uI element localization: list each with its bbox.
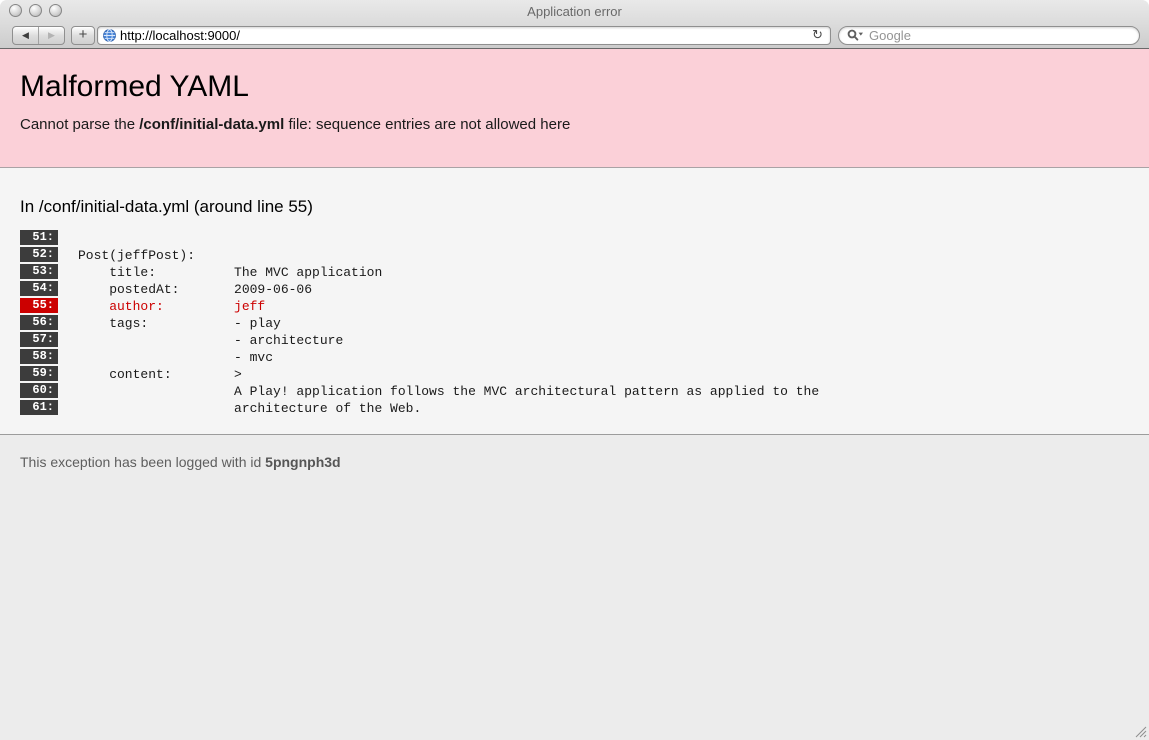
nav-button-group: ◀ ▶ [12,26,65,45]
line-number-badge: 56: [20,315,58,330]
code-line: 55: author: jeff [20,298,1129,315]
minimize-button[interactable] [29,4,42,17]
code-text: content: > [78,366,242,383]
code-line: 59: content: > [20,366,1129,383]
title-bar[interactable]: Application error [0,0,1149,22]
new-tab-button[interactable]: + [71,26,95,45]
error-banner: Malformed YAML Cannot parse the /conf/in… [0,49,1149,168]
search-icon[interactable] [847,29,864,42]
code-line: 56: tags: - play [20,315,1129,332]
back-icon: ◀ [22,30,29,40]
code-text: postedAt: 2009-06-06 [78,281,312,298]
code-line: 53: title: The MVC application [20,264,1129,281]
code-text: tags: - play [78,315,281,332]
reload-button[interactable]: ↻ [810,28,825,43]
url-input[interactable] [116,28,810,43]
line-number-badge: 61: [20,400,58,415]
error-message-prefix: Cannot parse the [20,116,139,133]
resize-grip[interactable] [1132,723,1147,738]
error-file-path: /conf/initial-data.yml [139,116,284,133]
globe-favicon-icon [103,29,116,42]
close-button[interactable] [9,4,22,17]
line-number-badge: 52: [20,247,58,262]
code-block: 51:52:Post(jeffPost):53: title: The MVC … [20,230,1129,417]
code-line: 60: A Play! application follows the MVC … [20,383,1129,400]
code-line: 58: - mvc [20,349,1129,366]
code-text: Post(jeffPost): [78,247,195,264]
exception-log-note: This exception has been logged with id 5… [0,435,1149,470]
log-note-prefix: This exception has been logged with id [20,454,265,470]
error-message: Cannot parse the /conf/initial-data.yml … [20,116,1129,133]
code-text: A Play! application follows the MVC arch… [78,383,819,400]
code-line: 54: postedAt: 2009-06-06 [20,281,1129,298]
search-input[interactable] [864,28,1131,43]
error-message-suffix: file: sequence entries are not allowed h… [284,116,570,133]
code-text: title: The MVC application [78,264,382,281]
line-number-badge: 53: [20,264,58,279]
forward-icon: ▶ [48,30,55,40]
code-line: 51: [20,230,1129,247]
code-text: architecture of the Web. [78,400,421,417]
error-title: Malformed YAML [0,49,1149,104]
footer-section: This exception has been logged with id 5… [0,435,1149,740]
log-id: 5pngnph3d [265,454,340,470]
code-line: 52: Post(jeffPost): [20,247,1129,264]
zoom-button[interactable] [49,4,62,17]
back-button[interactable]: ◀ [13,27,39,44]
forward-button[interactable]: ▶ [39,27,64,44]
code-text: - mvc [78,349,273,366]
window-title: Application error [0,0,1149,23]
line-number-badge: 51: [20,230,58,245]
search-field[interactable] [838,26,1140,45]
code-line: 57: - architecture [20,332,1129,349]
line-number-badge: 60: [20,383,58,398]
code-text: author: jeff [78,298,265,315]
line-number-badge: 58: [20,349,58,364]
address-bar[interactable]: ↻ [97,26,831,45]
line-number-badge: 54: [20,281,58,296]
source-heading: In /conf/initial-data.yml (around line 5… [0,168,1149,217]
source-section: In /conf/initial-data.yml (around line 5… [0,168,1149,435]
browser-chrome: Application error ◀ ▶ + ↻ [0,0,1149,49]
browser-window: Application error ◀ ▶ + ↻ [0,0,1149,740]
line-number-badge: 57: [20,332,58,347]
code-line: 61: architecture of the Web. [20,400,1129,417]
line-number-badge: 59: [20,366,58,381]
plus-icon: + [79,26,88,43]
traffic-lights [9,4,62,17]
code-text: - architecture [78,332,343,349]
line-number-badge: 55: [20,298,58,313]
